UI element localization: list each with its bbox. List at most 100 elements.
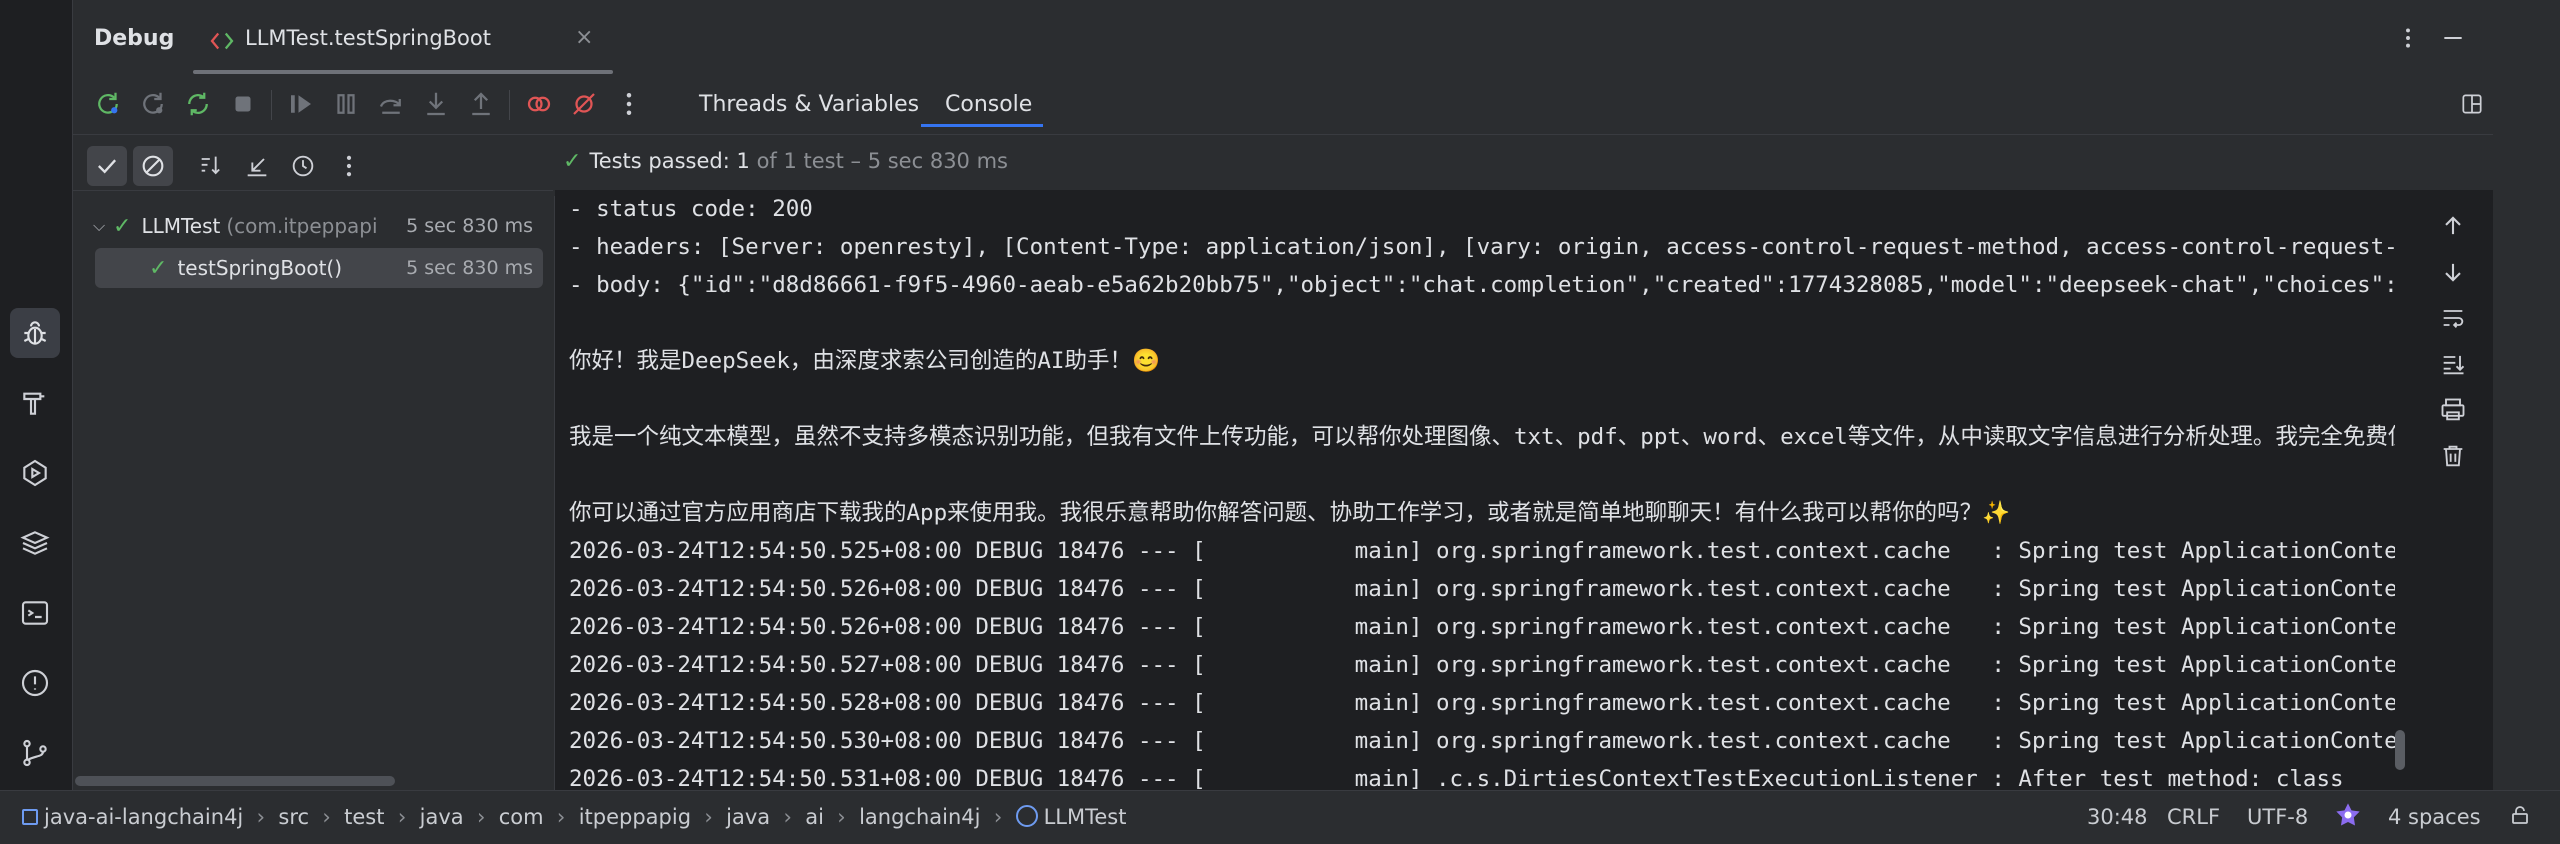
breadcrumb-item[interactable]: com	[499, 805, 544, 829]
show-passed-icon[interactable]	[87, 146, 127, 186]
line-ending[interactable]: CRLF	[2167, 803, 2220, 831]
pause-icon[interactable]	[326, 84, 366, 124]
test-tree-item-class[interactable]: ⌵ ✓ LLMTest (com.itpeppapi 5 sec 830 ms	[83, 206, 543, 246]
problems-tool-icon[interactable]	[10, 658, 60, 708]
file-encoding[interactable]: UTF-8	[2247, 803, 2308, 831]
tool-window-title: Debug	[94, 26, 175, 51]
breadcrumb-item[interactable]: ai	[805, 805, 824, 829]
soft-wrap-icon[interactable]	[2433, 298, 2473, 338]
console-line: - headers: [Server: openresty], [Content…	[569, 234, 2395, 260]
toggle-autotest-icon[interactable]	[178, 84, 218, 124]
layers-tool-icon[interactable]	[10, 518, 60, 568]
console-line: 2026-03-24T12:54:50.528+08:00 DEBUG 1847…	[569, 690, 2395, 716]
console-line: 你好！我是DeepSeek，由深度求索公司创造的AI助手！😊	[569, 348, 1160, 374]
console-line: 2026-03-24T12:54:50.525+08:00 DEBUG 1847…	[569, 538, 2395, 564]
resume-icon[interactable]	[281, 84, 321, 124]
step-out-icon[interactable]	[461, 84, 501, 124]
console-line: 2026-03-24T12:54:50.526+08:00 DEBUG 1847…	[569, 576, 2395, 602]
chevron-right-icon: ›	[463, 805, 499, 829]
tests-passed-label: Tests passed:	[589, 149, 730, 173]
git-tool-icon[interactable]	[10, 728, 60, 778]
more-actions-icon[interactable]	[609, 84, 649, 124]
passed-check-icon: ✓	[149, 255, 168, 281]
test-tree-toolbar	[73, 140, 553, 190]
console-line: 2026-03-24T12:54:50.530+08:00 DEBUG 1847…	[569, 728, 2395, 754]
test-history-icon[interactable]	[283, 146, 323, 186]
test-tree-item-method[interactable]: ✓ testSpringBoot() 5 sec 830 ms	[95, 248, 543, 288]
print-icon[interactable]	[2433, 390, 2473, 430]
right-tool-strip	[2493, 0, 2560, 790]
caret-position[interactable]: 30:48	[2087, 803, 2148, 831]
test-duration: 5 sec 830 ms	[402, 215, 533, 237]
terminal-tool-icon[interactable]	[10, 588, 60, 638]
arrow-up-icon[interactable]	[2433, 206, 2473, 246]
close-icon[interactable]: ×	[575, 25, 593, 50]
import-tests-icon[interactable]	[237, 146, 277, 186]
breadcrumb-item[interactable]: langchain4j	[859, 805, 980, 829]
test-duration: 5 sec 830 ms	[402, 257, 533, 279]
session-tab-underline	[193, 70, 613, 74]
step-into-icon[interactable]	[416, 84, 456, 124]
scroll-to-end-icon[interactable]	[2433, 344, 2473, 384]
tab-threads-variables[interactable]: Threads & Variables	[699, 92, 919, 128]
passed-check-icon: ✓	[563, 148, 582, 174]
debug-session-tab[interactable]: LLMTest.testSpringBoot ×	[193, 14, 613, 74]
console-line: 你可以通过官方应用商店下载我的App来使用我。我很乐意帮助你解答问题、协助工作学…	[569, 500, 2011, 526]
debug-tool-icon[interactable]	[10, 308, 60, 358]
console-line: - body: {"id":"d8d86661-f9f5-4960-aeab-e…	[569, 272, 2395, 298]
session-tab-label: LLMTest.testSpringBoot	[245, 26, 491, 50]
toolbar-divider	[73, 134, 2493, 135]
sort-alphabetically-icon[interactable]	[191, 146, 231, 186]
chevron-down-icon[interactable]: ⌵	[93, 216, 113, 236]
mute-breakpoints-icon[interactable]	[564, 84, 604, 124]
lock-icon[interactable]	[2508, 803, 2532, 831]
minimize-icon[interactable]	[2435, 20, 2471, 56]
test-status-line: ✓ Tests passed: 1 of 1 test – 5 sec 830 …	[563, 146, 1008, 176]
toolbar-separator	[271, 90, 272, 120]
tree-more-icon[interactable]	[329, 146, 369, 186]
breadcrumb-item[interactable]: itpeppapig	[579, 805, 691, 829]
breadcrumb-item[interactable]: test	[344, 805, 384, 829]
trash-icon[interactable]	[2433, 436, 2473, 476]
tests-passed-count: 1	[736, 149, 750, 173]
activity-strip	[0, 0, 72, 790]
indent-setting[interactable]: 4 spaces	[2388, 803, 2481, 831]
console-line: 2026-03-24T12:54:50.526+08:00 DEBUG 1847…	[569, 614, 2395, 640]
show-ignored-icon[interactable]	[133, 146, 173, 186]
breadcrumb-item[interactable]: java	[726, 805, 770, 829]
console-line: 2026-03-24T12:54:50.527+08:00 DEBUG 1847…	[569, 652, 2395, 678]
test-class-package: (com.itpeppapi	[226, 214, 378, 238]
breadcrumb: java-ai-langchain4j › src › test › java …	[22, 803, 1126, 831]
tests-passed-detail: of 1 test – 5 sec 830 ms	[756, 149, 1008, 173]
chevron-right-icon: ›	[770, 805, 806, 829]
stop-icon[interactable]	[223, 84, 263, 124]
class-icon	[1015, 805, 1038, 827]
breadcrumb-item[interactable]: LLMTest	[1044, 805, 1127, 829]
chevron-right-icon: ›	[980, 805, 1016, 829]
rerun-failed-icon[interactable]	[133, 84, 173, 124]
ai-assistant-icon[interactable]	[2334, 801, 2362, 829]
step-over-icon[interactable]	[371, 84, 411, 124]
passed-check-icon: ✓	[113, 213, 132, 239]
build-tool-icon[interactable]	[10, 378, 60, 428]
active-tab-underline	[921, 124, 1043, 127]
console-line: 2026-03-24T12:54:50.531+08:00 DEBUG 1847…	[569, 766, 2344, 790]
arrow-down-icon[interactable]	[2433, 252, 2473, 292]
services-tool-icon[interactable]	[10, 448, 60, 498]
chevron-right-icon: ›	[309, 805, 345, 829]
console-vertical-scrollbar[interactable]	[2395, 730, 2405, 770]
more-options-icon[interactable]	[2393, 20, 2423, 56]
chevron-right-icon: ›	[543, 805, 579, 829]
view-breakpoints-icon[interactable]	[519, 84, 559, 124]
breadcrumb-item[interactable]: src	[278, 805, 309, 829]
tab-console[interactable]: Console	[945, 92, 1032, 128]
breadcrumb-item[interactable]: java	[420, 805, 464, 829]
tree-toolbar-divider	[73, 190, 553, 191]
console-text[interactable]: - status code: 200 - headers: [Server: o…	[569, 190, 2395, 790]
tree-horizontal-scrollbar[interactable]	[75, 776, 395, 786]
rerun-icon[interactable]	[88, 84, 128, 124]
console-side-toolbar	[2415, 190, 2493, 790]
module-icon	[22, 809, 38, 825]
layout-settings-icon[interactable]	[2453, 84, 2491, 124]
breadcrumb-item[interactable]: java-ai-langchain4j	[44, 805, 243, 829]
